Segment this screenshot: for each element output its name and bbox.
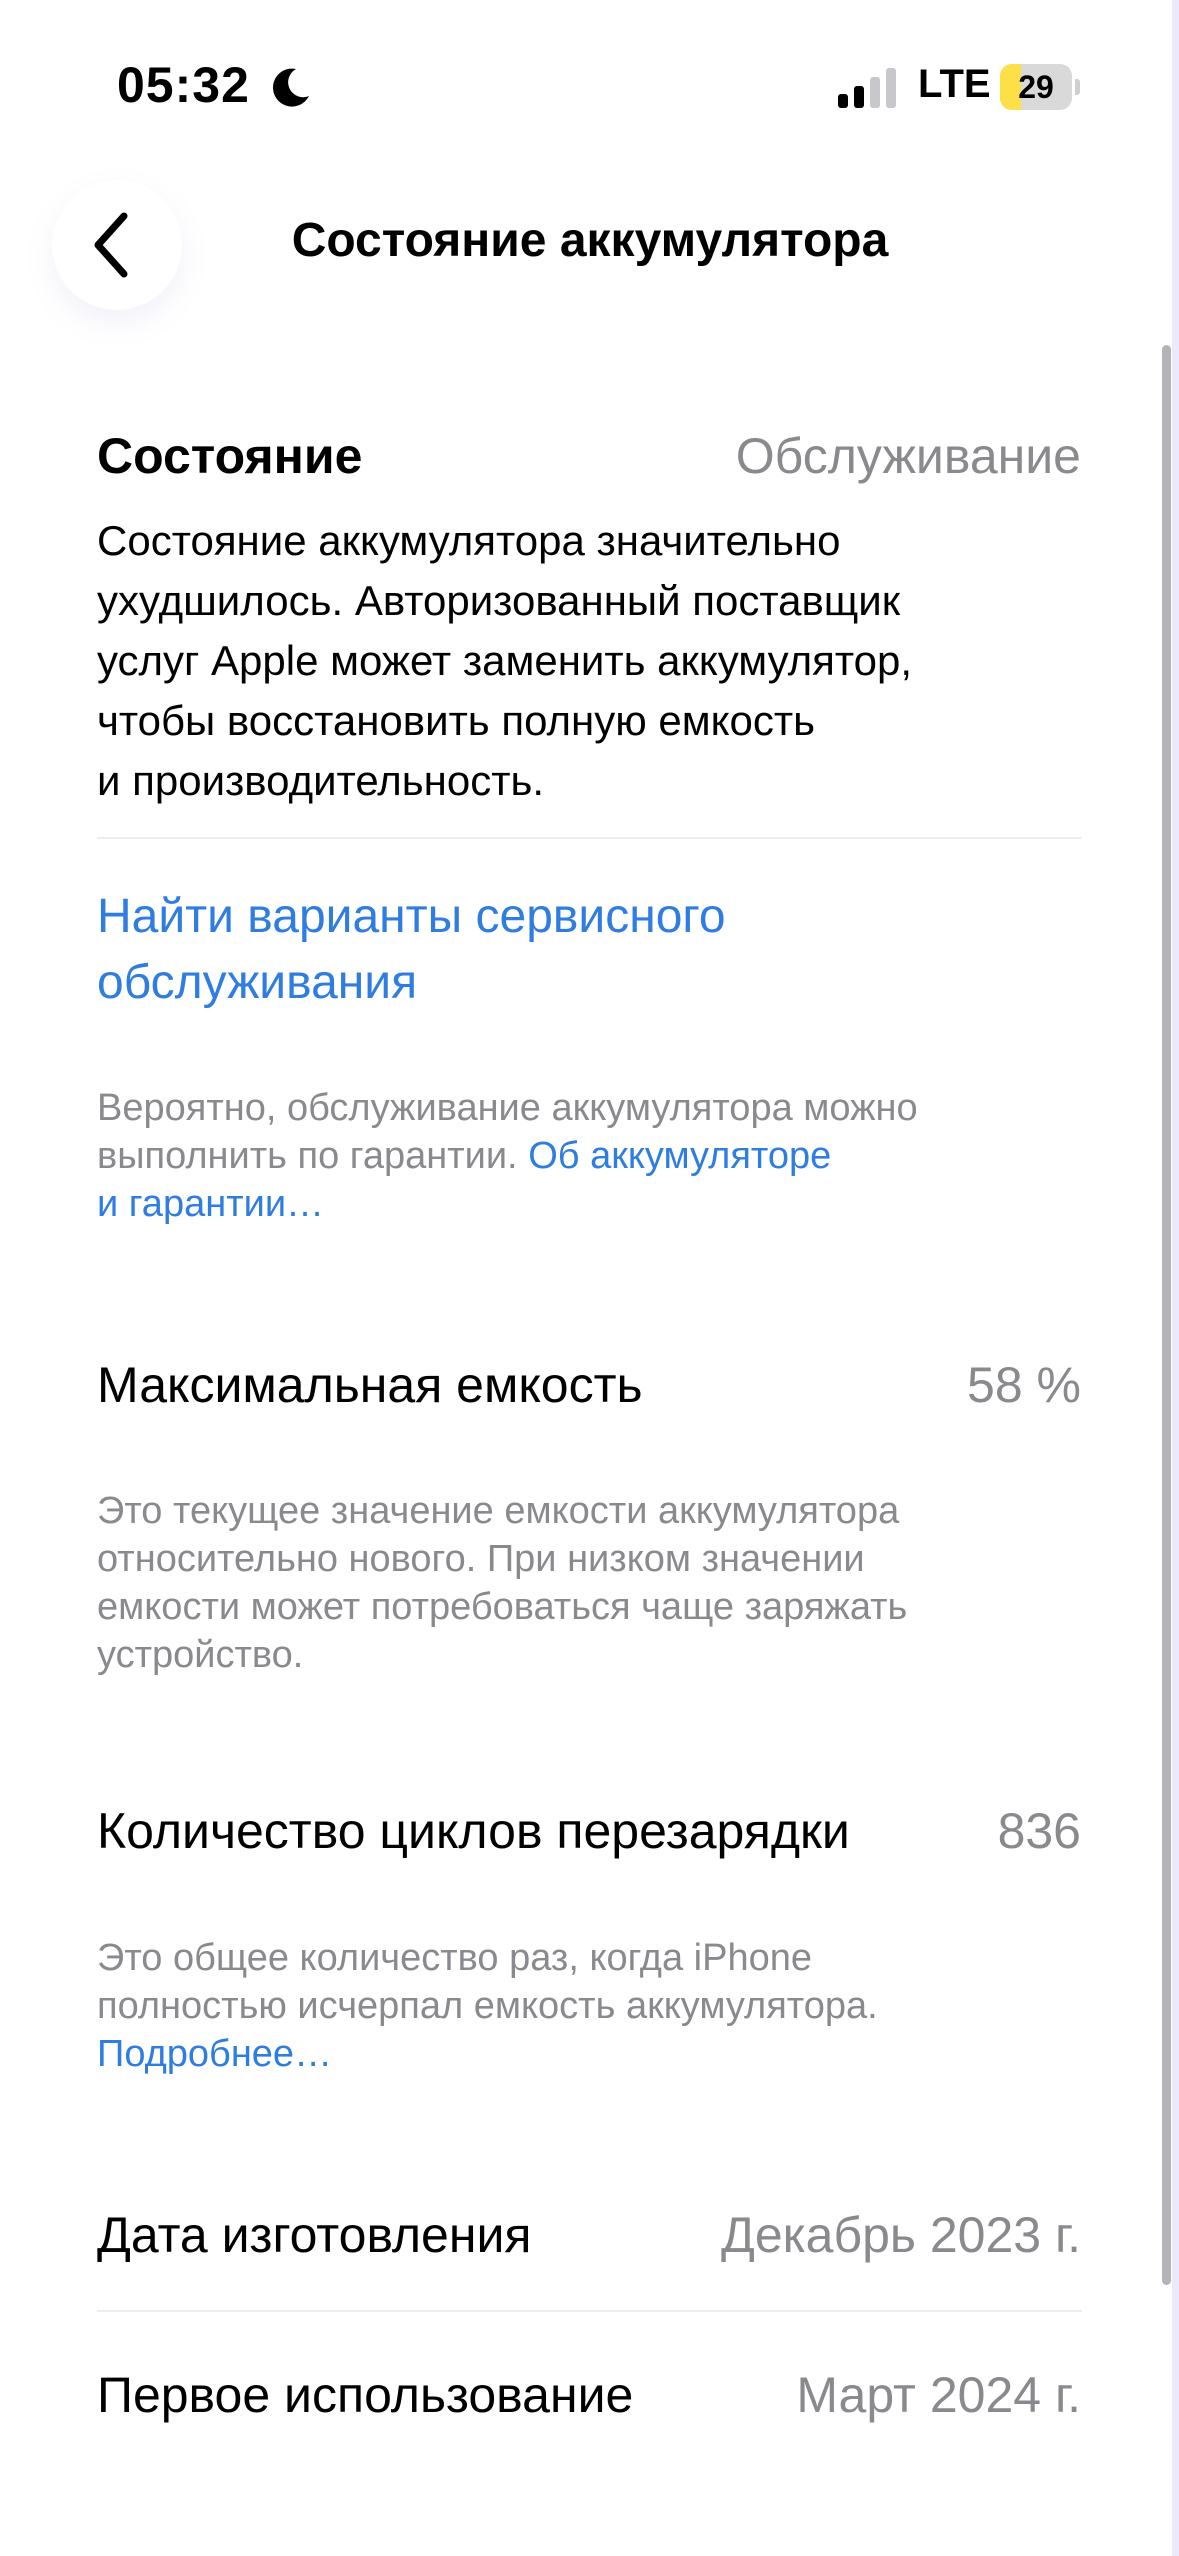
footnote-line: Вероятно, обслуживание аккумулятора можн… bbox=[97, 1087, 918, 1129]
health-description: Состояние аккумулятора значительно ухудш… bbox=[97, 511, 1097, 811]
health-description-line: ухудшилось. Авторизованный поставщик bbox=[97, 577, 901, 624]
cycle-count-label: Количество циклов перезарядки bbox=[97, 1803, 850, 1859]
footnote-line: Это текущее значение емкости аккумулятор… bbox=[97, 1490, 900, 1532]
footnote-line: относительно нового. При низком значении bbox=[97, 1538, 865, 1580]
service-options-link[interactable]: Найти варианты сервисного обслуживания bbox=[97, 884, 997, 1016]
moon-icon bbox=[272, 68, 309, 107]
footnote-line: выполнить по гарантии. Об аккумуляторе bbox=[97, 1132, 1097, 1180]
footnote-text: выполнить по гарантии. bbox=[97, 1135, 529, 1177]
manufacture-date-label: Дата изготовления bbox=[97, 2207, 532, 2263]
service-link-line: Найти варианты сервисного bbox=[97, 890, 726, 943]
health-description-line: Состояние аккумулятора значительно bbox=[97, 517, 841, 564]
divider bbox=[97, 837, 1082, 839]
battery-level: 29 bbox=[1018, 69, 1054, 105]
health-value: Обслуживание bbox=[735, 428, 1081, 484]
manufacture-date-value: Декабрь 2023 г. bbox=[721, 2207, 1081, 2263]
page-title: Состояние аккумулятора bbox=[291, 214, 889, 267]
battery-warranty-link[interactable]: Об аккумуляторе bbox=[528, 1135, 831, 1177]
first-use-label: Первое использование bbox=[97, 2367, 634, 2423]
warranty-footnote: Вероятно, обслуживание аккумулятора можн… bbox=[97, 1084, 1097, 1228]
cycle-count-value: 836 bbox=[997, 1803, 1081, 1859]
footnote-line: емкости может потребоваться чаще заряжат… bbox=[97, 1586, 908, 1628]
footnote-line: устройство. bbox=[97, 1634, 304, 1676]
max-capacity-label: Максимальная емкость bbox=[97, 1357, 643, 1413]
status-bar: 05:32 LTE 29 bbox=[0, 0, 1179, 175]
health-label: Состояние bbox=[97, 428, 363, 484]
network-type: LTE bbox=[918, 62, 991, 106]
status-time: 05:32 bbox=[117, 57, 250, 113]
learn-more-link[interactable]: Подробнее… bbox=[97, 2033, 332, 2075]
max-capacity-footnote: Это текущее значение емкости аккумулятор… bbox=[97, 1487, 1097, 1679]
battery-cap bbox=[1075, 79, 1080, 95]
scrollbar[interactable] bbox=[1162, 345, 1171, 2285]
battery-indicator: 29 bbox=[1000, 64, 1080, 110]
screen-edge bbox=[1172, 0, 1179, 2556]
health-description-line: чтобы восстановить полную емкость bbox=[97, 697, 815, 744]
battery-body: 29 bbox=[1000, 64, 1072, 110]
health-description-line: и производительность. bbox=[97, 757, 545, 804]
cycle-count-footnote: Это общее количество раз, когда iPhone п… bbox=[97, 1934, 1097, 2078]
battery-warranty-link-cont[interactable]: и гарантии… bbox=[97, 1183, 324, 1225]
footnote-line: Подробнее… bbox=[97, 2030, 1097, 2078]
service-link-line: обслуживания bbox=[97, 956, 418, 1009]
max-capacity-value: 58 % bbox=[967, 1357, 1081, 1413]
footnote-line: Это общее количество раз, когда iPhone bbox=[97, 1937, 812, 1979]
divider bbox=[97, 2310, 1082, 2312]
first-use-value: Март 2024 г. bbox=[796, 2367, 1081, 2423]
chevron-left-icon bbox=[94, 212, 128, 278]
footnote-line: полностью исчерпал емкость аккумулятора. bbox=[97, 1985, 878, 2027]
footnote-line: и гарантии… bbox=[97, 1180, 1097, 1228]
health-description-line: услуг Apple может заменить аккумулятор, bbox=[97, 637, 913, 684]
back-button[interactable] bbox=[52, 180, 182, 310]
cellular-signal-icon bbox=[838, 68, 896, 108]
